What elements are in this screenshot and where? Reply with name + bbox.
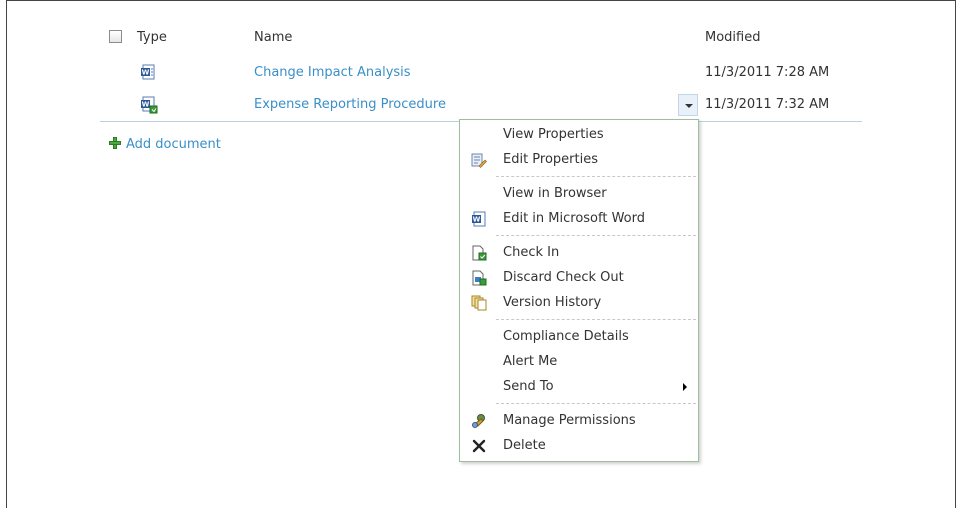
menu-item-label: Send To xyxy=(503,379,554,394)
menu-item-delete[interactable]: Delete xyxy=(460,435,698,457)
column-header-type[interactable]: Type xyxy=(137,30,167,45)
menu-item-manage-permissions[interactable]: Manage Permissions xyxy=(460,410,698,432)
word-doc-checked-out-icon: W xyxy=(141,96,158,114)
menu-item-discard-check-out[interactable]: Discard Check Out xyxy=(460,267,698,289)
menu-item-label: View in Browser xyxy=(503,186,607,201)
menu-item-label: View Properties xyxy=(503,127,604,142)
column-header-name[interactable]: Name xyxy=(254,30,292,45)
word-icon: W xyxy=(472,211,486,227)
menu-separator xyxy=(496,176,696,177)
delete-icon xyxy=(472,439,486,453)
menu-item-send-to[interactable]: Send To xyxy=(460,376,698,398)
svg-text:W: W xyxy=(142,101,150,109)
chevron-down-icon xyxy=(685,104,693,108)
menu-item-label: Alert Me xyxy=(503,354,558,369)
word-doc-icon: W xyxy=(141,64,155,80)
column-header-modified[interactable]: Modified xyxy=(705,30,760,45)
menu-item-edit-in-word[interactable]: W Edit in Microsoft Word xyxy=(460,208,698,230)
item-menu-dropdown-button[interactable] xyxy=(678,94,698,116)
submenu-arrow-icon xyxy=(683,383,687,391)
menu-separator xyxy=(496,319,696,320)
select-all-checkbox[interactable] xyxy=(109,30,122,43)
row-name-link[interactable]: Change Impact Analysis xyxy=(254,65,411,80)
menu-item-label: Edit Properties xyxy=(503,152,599,167)
menu-item-label: Delete xyxy=(503,438,546,453)
svg-text:W: W xyxy=(473,216,481,224)
row-modified: 11/3/2011 7:28 AM xyxy=(705,65,830,80)
permissions-icon xyxy=(472,414,485,428)
menu-item-label: Check In xyxy=(503,245,560,260)
item-context-menu: View Properties Edit Properties View in … xyxy=(459,119,699,462)
row-name-link[interactable]: Expense Reporting Procedure xyxy=(254,97,446,112)
menu-item-label: Version History xyxy=(503,295,602,310)
menu-separator xyxy=(496,403,696,404)
version-history-icon xyxy=(471,295,487,311)
menu-item-label: Manage Permissions xyxy=(503,413,636,428)
menu-separator xyxy=(496,235,696,236)
menu-item-compliance-details[interactable]: Compliance Details xyxy=(460,326,698,348)
menu-item-label: Compliance Details xyxy=(503,329,629,344)
add-document-link[interactable]: Add document xyxy=(109,137,221,152)
menu-item-check-in[interactable]: Check In xyxy=(460,242,698,264)
row-modified: 11/3/2011 7:32 AM xyxy=(705,97,830,112)
discard-checkout-icon xyxy=(472,270,487,286)
menu-item-label: Discard Check Out xyxy=(503,270,624,285)
add-icon xyxy=(109,137,121,149)
menu-item-view-properties[interactable]: View Properties xyxy=(460,124,698,146)
check-in-icon xyxy=(472,245,487,261)
svg-text:W: W xyxy=(142,69,150,77)
menu-item-label: Edit in Microsoft Word xyxy=(503,211,645,226)
menu-item-version-history[interactable]: Version History xyxy=(460,292,698,314)
add-document-label: Add document xyxy=(126,137,221,152)
menu-item-view-in-browser[interactable]: View in Browser xyxy=(460,183,698,205)
menu-item-alert-me[interactable]: Alert Me xyxy=(460,351,698,373)
menu-item-edit-properties[interactable]: Edit Properties xyxy=(460,149,698,171)
edit-properties-icon xyxy=(471,153,487,168)
